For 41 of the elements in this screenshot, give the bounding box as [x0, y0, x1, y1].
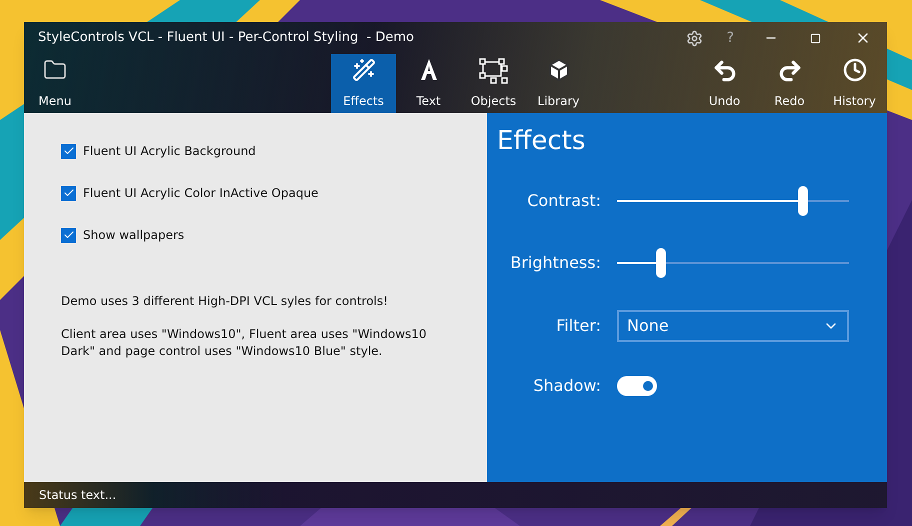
menu-button[interactable]: Menu — [24, 54, 86, 113]
control-label: Filter: — [555, 315, 601, 337]
slider-thumb[interactable] — [656, 248, 666, 278]
clock-icon — [842, 58, 866, 82]
check-icon — [62, 187, 74, 199]
status-text: Status text... — [39, 487, 116, 504]
shadow-toggle[interactable] — [617, 376, 657, 396]
toolbar-button[interactable]: Undo — [692, 54, 757, 113]
redo-icon — [776, 58, 802, 84]
slider-thumb[interactable] — [798, 186, 808, 216]
control-label: Contrast: — [526, 190, 601, 212]
maximize-icon[interactable] — [810, 32, 821, 44]
checkbox-label: Fluent UI Acrylic Color InActive Opaque — [83, 185, 318, 202]
settings-icon[interactable] — [686, 30, 703, 46]
slider[interactable] — [617, 248, 849, 278]
control-label: Shadow: — [532, 375, 601, 397]
slider[interactable] — [617, 186, 849, 216]
checkbox-label: Fluent UI Acrylic Background — [83, 143, 256, 160]
magic-wand-icon — [352, 58, 376, 82]
checkbox-label: Show wallpapers — [83, 227, 184, 244]
panel-title: Effects — [497, 125, 586, 157]
control-label: Brightness: — [509, 252, 601, 274]
check-icon — [62, 145, 74, 157]
toolbar-button[interactable]: History — [822, 54, 887, 113]
help-button[interactable]: ? — [726, 28, 734, 48]
ribbon-tab[interactable]: Text — [396, 54, 461, 113]
nodes-icon — [478, 58, 508, 84]
checkbox[interactable] — [61, 228, 76, 242]
ribbon-tab[interactable]: Library — [526, 54, 591, 113]
folder-icon — [43, 58, 67, 82]
window-title: StyleControls VCL - Fluent UI - Per-Control Styling - Demo — [38, 29, 415, 48]
check-icon — [62, 229, 74, 241]
ribbon-tab[interactable]: Effects — [331, 54, 396, 113]
checkbox[interactable] — [61, 144, 76, 158]
undo-icon — [712, 58, 738, 84]
ribbon-tab[interactable]: Objects — [461, 54, 526, 113]
checkbox[interactable] — [61, 186, 76, 200]
info-text: Client area uses "Windows10", Fluent area uses "Windows10 Dark" and page control uses "Windows10 Blue" style. — [61, 326, 428, 360]
filter-dropdown[interactable]: None — [617, 310, 849, 342]
toolbar-button[interactable]: Redo — [757, 54, 822, 113]
info-text: Demo uses 3 different High-DPI VCL syles for controls! — [61, 293, 389, 310]
